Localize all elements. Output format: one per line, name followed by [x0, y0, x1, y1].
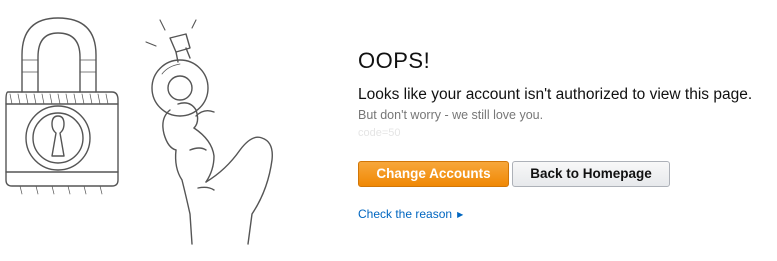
- back-to-homepage-button[interactable]: Back to Homepage: [512, 161, 670, 187]
- error-message: Looks like your account isn't authorized…: [358, 86, 753, 103]
- check-reason-label: Check the reason: [358, 207, 453, 221]
- error-code: code=50: [358, 127, 401, 139]
- error-content: OOPS! Looks like your account isn't auth…: [358, 0, 773, 256]
- caret-right-icon: ▶: [457, 210, 464, 219]
- check-reason-link[interactable]: Check the reason ▶: [358, 207, 463, 221]
- page-title: OOPS!: [358, 48, 431, 73]
- lock-key-illustration: [0, 0, 300, 256]
- hand-icon: [162, 102, 273, 245]
- change-accounts-button[interactable]: Change Accounts: [358, 161, 509, 187]
- padlock-icon: [5, 17, 119, 195]
- error-sub-message: But don't worry - we still love you.: [358, 108, 544, 122]
